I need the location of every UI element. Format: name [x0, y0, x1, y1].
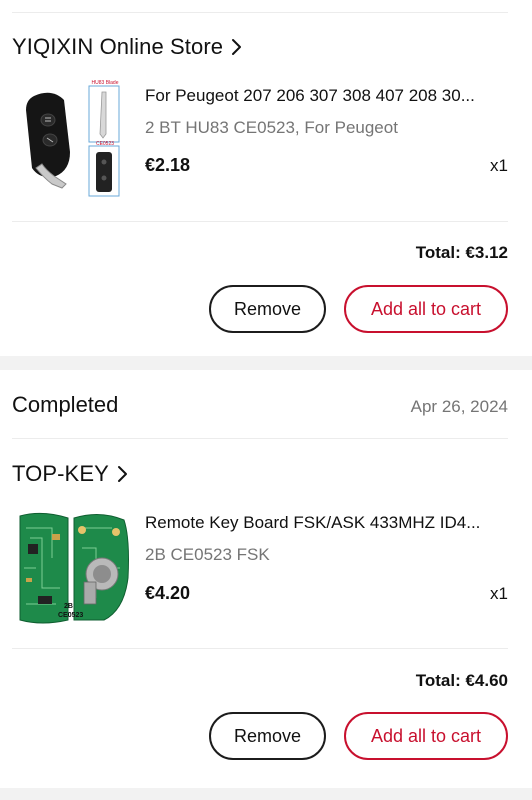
order-status: Completed [12, 392, 119, 417]
product-image-flip-key[interactable]: HU83 Blade CE0523 [12, 80, 132, 200]
order-total: Total: €3.12 [415, 243, 508, 262]
order-date: Apr 26, 2024 [410, 397, 508, 416]
section-separator [0, 788, 532, 800]
product-variant: 2 BT HU83 CE0523, For Peugeot [145, 118, 398, 137]
order-card-2: Completed Apr 26, 2024 TOP-KEY 2B CE0523… [0, 370, 532, 788]
add-all-to-cart-button[interactable]: Add all to cart [344, 712, 508, 760]
store-link-top-key[interactable]: TOP-KEY [12, 456, 131, 492]
store-link-yiqixin[interactable]: YIQIXIN Online Store [12, 29, 245, 65]
remove-button[interactable]: Remove [209, 712, 326, 760]
product-image-key-board[interactable]: 2B CE0523 [12, 508, 132, 628]
product-price: €2.18 [145, 155, 191, 175]
product-price: €4.20 [145, 583, 191, 603]
product-variant: 2B CE0523 FSK [145, 545, 270, 564]
order-total: Total: €4.60 [415, 671, 508, 690]
item-divider [12, 648, 508, 649]
header-divider [12, 438, 508, 439]
product-quantity: x1 [490, 584, 508, 603]
image-label-model: 2B [64, 603, 73, 610]
section-separator [0, 356, 532, 370]
image-label-board: CE0523 [95, 141, 115, 147]
flip-key-illustration [12, 80, 132, 200]
top-divider [12, 12, 508, 13]
item-divider [12, 221, 508, 222]
remove-button[interactable]: Remove [209, 285, 326, 333]
chevron-right-icon [232, 39, 242, 55]
image-label-blade: HU83 Blade [91, 80, 119, 86]
image-label-cert: CE0523 [58, 612, 84, 619]
chevron-right-icon [117, 466, 127, 482]
add-all-to-cart-button[interactable]: Add all to cart [344, 285, 508, 333]
product-quantity: x1 [490, 156, 508, 175]
product-title[interactable]: Remote Key Board FSK/ASK 433MHZ ID4... [145, 513, 507, 533]
product-title[interactable]: For Peugeot 207 206 307 308 407 208 30..… [145, 86, 507, 106]
store-name: TOP-KEY [12, 461, 109, 486]
order-card-1: YIQIXIN Online Store HU83 Blade CE0523 F… [0, 0, 532, 356]
circuit-board-illustration [12, 508, 132, 628]
store-name: YIQIXIN Online Store [12, 34, 224, 59]
